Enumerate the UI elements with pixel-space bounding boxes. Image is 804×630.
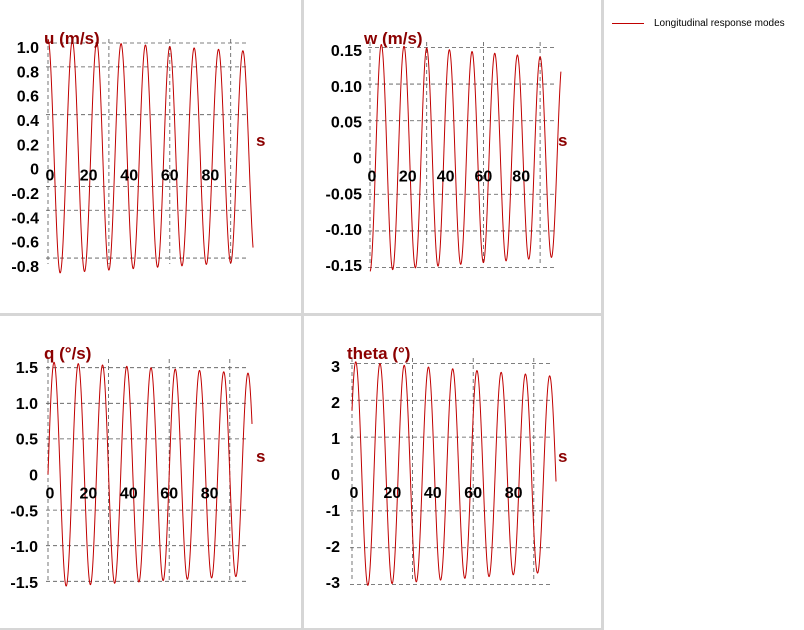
grid (46, 359, 247, 582)
series-line (47, 39, 254, 274)
y-tick-label: -0.6 (11, 235, 39, 252)
y-tick-label: 0.10 (331, 79, 362, 96)
y-tick-label: 0.05 (331, 115, 362, 132)
x-tick-label: 40 (437, 169, 455, 186)
x-tick-label: 40 (120, 486, 138, 503)
x-tick-label: 20 (80, 486, 98, 503)
y-tick-label: 0 (353, 151, 362, 168)
chart-panel-u: 1.0 0.8 0.6 0.4 0.2 0 -0.2 -0.4 -0.6 -0.8 0 20 40 60 8… (0, 0, 301, 313)
chart-w: 0.15 0.10 0.05 0 -0.05 -0.10 -0.15 0 20 40 60 80 w (… (326, 29, 568, 275)
y-tick-label: 1.0 (17, 40, 39, 57)
legend-swatch (612, 22, 644, 24)
chart-title: w (m/s) (363, 29, 423, 48)
series-line (351, 361, 557, 586)
y-tick-label: 0 (29, 468, 38, 485)
x-tick-label: 40 (424, 485, 442, 502)
y-tick-label: 0 (30, 162, 39, 179)
y-tick-label: -1.5 (10, 575, 38, 592)
x-tick-label: 80 (512, 169, 530, 186)
y-tick-label: 0.5 (16, 432, 38, 449)
x-tick-label: 80 (202, 168, 220, 185)
x-axis-label: s (256, 131, 265, 150)
y-tick-label: -1.0 (10, 539, 38, 556)
x-tick-label: 20 (80, 168, 98, 185)
series-line (47, 361, 253, 587)
x-tick-label: 60 (464, 485, 482, 502)
chart-title: q (°/s) (44, 344, 91, 363)
y-tick-label: -0.2 (11, 186, 39, 203)
y-tick-label: -0.15 (326, 258, 363, 275)
y-tick-label: -0.4 (11, 210, 39, 227)
grid (46, 39, 248, 264)
series-line (369, 44, 562, 272)
y-tick-label: 0.2 (17, 137, 39, 154)
chart-theta: 3 2 1 0 -1 -2 -3 0 20 40 60 80 theta (°) s (326, 344, 568, 592)
chart-u: 1.0 0.8 0.6 0.4 0.2 0 -0.2 -0.4 -0.6 -0.8 0 20 40 60 8… (11, 29, 265, 276)
y-tick-label: -0.5 (10, 503, 38, 520)
chart-q: 1.5 1.0 0.5 0 -0.5 -1.0 -1.5 0 20 40 60 80 q (°/s) s (10, 344, 265, 592)
y-tick-label: 0.6 (17, 89, 39, 106)
x-tick-label: 20 (384, 485, 402, 502)
y-tick-label: -0.05 (326, 186, 363, 203)
x-tick-label: 20 (399, 169, 417, 186)
y-tick-label: -0.10 (326, 222, 363, 239)
grid (368, 42, 556, 269)
chart-title: theta (°) (347, 344, 410, 363)
x-tick-label: 60 (160, 486, 178, 503)
x-tick-label: 60 (161, 168, 179, 185)
y-tick-label: -3 (326, 575, 340, 592)
x-axis-label: s (558, 447, 567, 466)
y-tick-label: 1 (331, 431, 340, 448)
y-tick-label: 3 (331, 359, 340, 376)
x-axis-label: s (256, 447, 265, 466)
chart-panel-theta: 3 2 1 0 -1 -2 -3 0 20 40 60 80 theta (°) s (304, 316, 601, 628)
x-tick-label: 0 (350, 485, 359, 502)
y-tick-label: 0.8 (17, 64, 39, 81)
x-axis-label: s (558, 131, 567, 150)
x-tick-label: 40 (120, 168, 138, 185)
x-tick-label: 0 (46, 486, 55, 503)
chart-title: u (m/s) (44, 29, 100, 48)
y-tick-label: 0 (331, 467, 340, 484)
y-tick-label: 0.4 (17, 113, 39, 130)
x-tick-label: 80 (201, 486, 219, 503)
y-tick-label: -0.8 (11, 259, 39, 276)
y-tick-label: -1 (326, 503, 340, 520)
x-tick-label: 0 (46, 168, 55, 185)
x-tick-label: 60 (475, 169, 493, 186)
legend-label: Longitudinal response modes (654, 17, 785, 29)
y-tick-label: 0.15 (331, 43, 362, 60)
chart-panel-q: 1.5 1.0 0.5 0 -0.5 -1.0 -1.5 0 20 40 60 80 q (°/s) s (0, 316, 301, 628)
y-tick-label: 1.5 (16, 360, 38, 377)
y-tick-label: 2 (331, 395, 340, 412)
x-tick-label: 0 (368, 169, 377, 186)
y-tick-label: 1.0 (16, 396, 38, 413)
chart-panel-w: 0.15 0.10 0.05 0 -0.05 -0.10 -0.15 0 20 40 60 80 w (… (304, 0, 601, 313)
x-tick-label: 80 (505, 485, 523, 502)
legend: Longitudinal response modes (612, 14, 785, 32)
y-tick-label: -2 (326, 539, 340, 556)
